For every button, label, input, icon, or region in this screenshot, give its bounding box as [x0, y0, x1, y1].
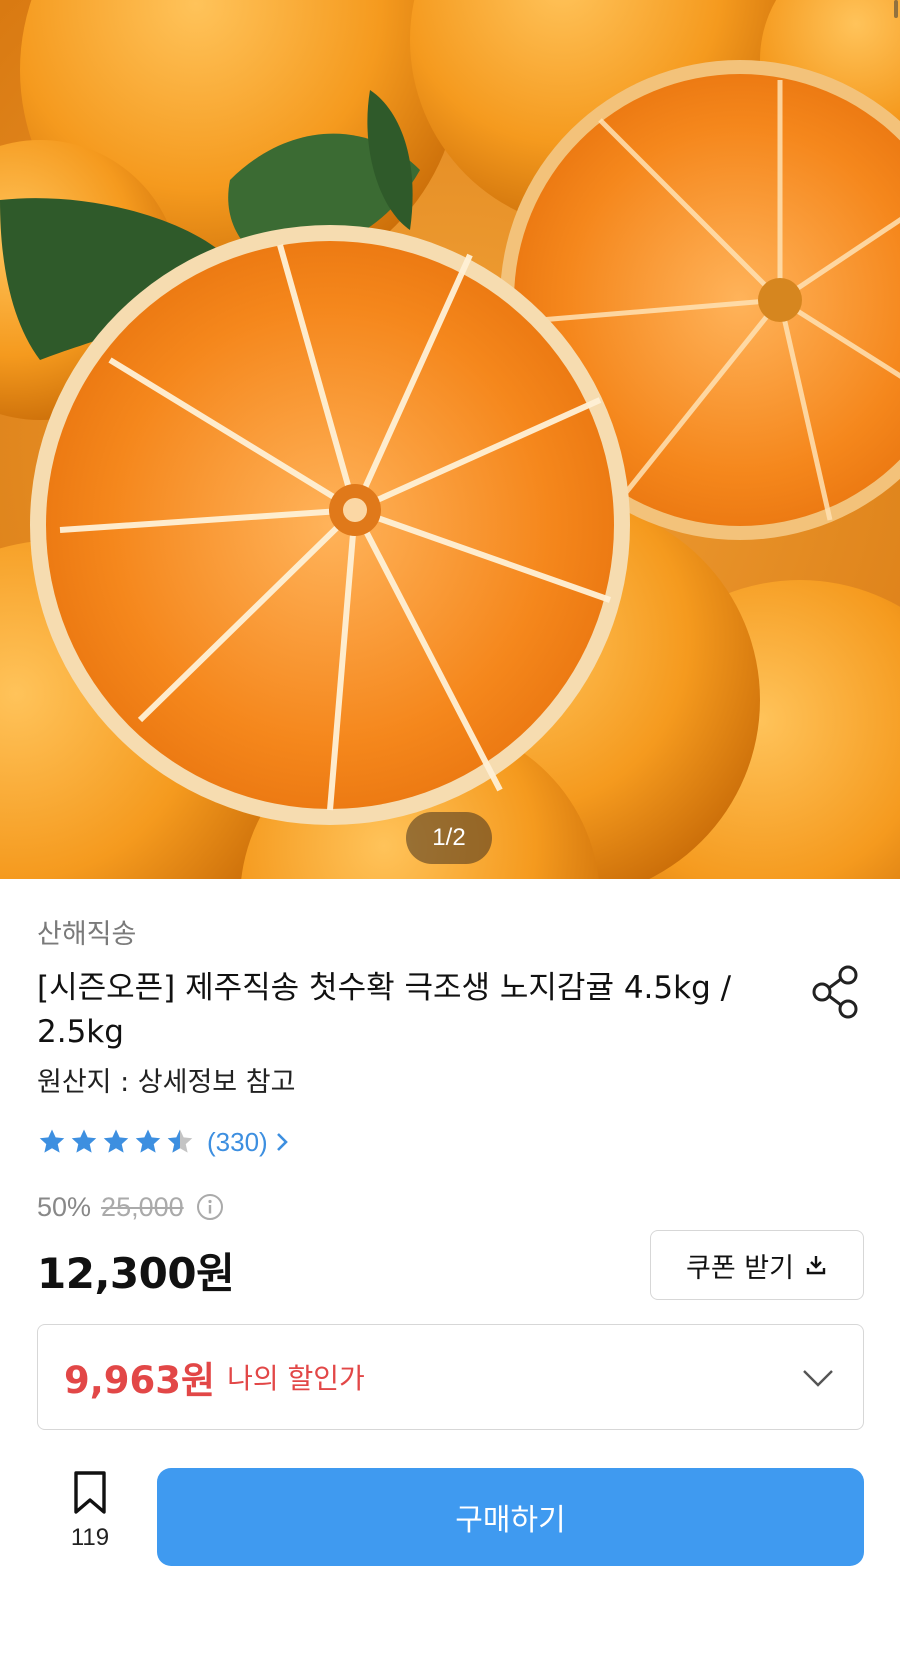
chevron-down-icon [803, 1370, 833, 1387]
original-price: 25,000 [101, 1191, 184, 1222]
bookmark-icon [74, 1471, 106, 1514]
pager-total: 2 [452, 824, 466, 851]
star-icon-filled [135, 1129, 161, 1153]
image-page-indicator: 1/2 [406, 812, 492, 864]
product-image-carousel[interactable]: 1/2 [0, 0, 900, 879]
star-icon-filled [103, 1129, 129, 1153]
sale-price: 12,300원 [37, 1249, 235, 1298]
product-title: [시즌오픈] 제주직송 첫수확 극조생 노지감귤 4.5kg / 2.5kg [37, 970, 732, 1050]
star-icon-half [167, 1129, 193, 1153]
my-discount-label: 나의 할인가 [227, 1362, 365, 1395]
coupon-button-label: 쿠폰 받기 [686, 1252, 794, 1284]
download-icon [806, 1256, 826, 1275]
coupon-button[interactable]: 쿠폰 받기 [650, 1230, 864, 1300]
bookmark-button[interactable]: 119 [60, 1470, 120, 1562]
review-count[interactable]: (330) [207, 1127, 268, 1158]
star-icon-filled [39, 1129, 65, 1153]
star-icon-filled [71, 1129, 97, 1153]
scroll-indicator [894, 0, 898, 18]
star-rating [37, 1127, 195, 1157]
info-icon[interactable] [196, 1193, 224, 1221]
bookmark-count: 119 [70, 1524, 110, 1551]
my-discount-price: 9,963원 [64, 1359, 216, 1402]
discount-row: 50% 25,000 [37, 1190, 224, 1224]
rating-row[interactable]: (330) [37, 1124, 290, 1160]
seller-name[interactable]: 산해직송 [37, 912, 136, 951]
product-photo-mandarins [0, 0, 900, 879]
origin-info: 원산지 : 상세정보 참고 [37, 1067, 296, 1098]
pager-current: 1 [432, 824, 446, 851]
chevron-right-icon[interactable] [274, 1131, 290, 1153]
discount-rate: 50% [37, 1191, 92, 1222]
my-discount-price-dropdown[interactable]: 9,963원 나의 할인가 [37, 1324, 864, 1430]
share-icon[interactable] [810, 964, 862, 1020]
buy-button[interactable]: 구매하기 [157, 1468, 864, 1566]
